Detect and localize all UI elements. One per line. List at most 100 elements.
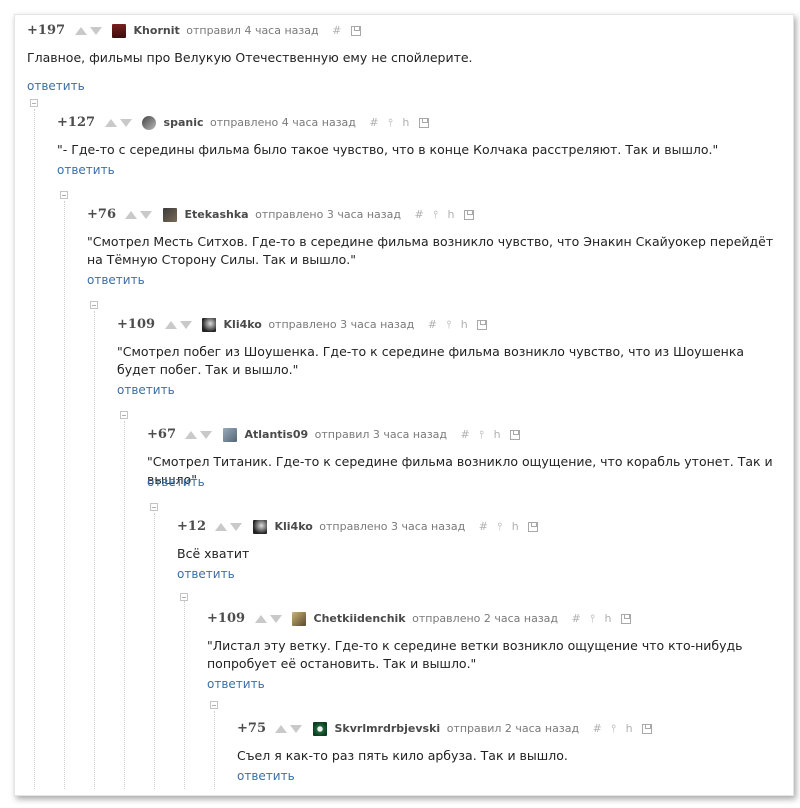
comment-author[interactable]: Atlantis09 bbox=[244, 428, 308, 441]
save-icon[interactable] bbox=[621, 613, 632, 624]
upvote-icon[interactable] bbox=[254, 614, 267, 623]
save-icon[interactable] bbox=[642, 723, 653, 734]
upvote-icon[interactable] bbox=[164, 320, 177, 329]
parent-link-icon[interactable]: ⫯ bbox=[433, 208, 438, 222]
comment-text: Главное, фильмы про Велукую Отечественну… bbox=[27, 50, 473, 65]
thread-icon[interactable]: h bbox=[448, 208, 455, 221]
thread-icon[interactable]: h bbox=[605, 612, 612, 625]
downvote-icon[interactable] bbox=[230, 522, 243, 531]
thread-icon[interactable]: h bbox=[512, 520, 519, 533]
vote-arrows[interactable] bbox=[275, 724, 303, 734]
permalink-icon[interactable]: # bbox=[461, 428, 470, 441]
comment-score: +76 bbox=[87, 207, 116, 222]
vote-arrows[interactable] bbox=[74, 26, 103, 36]
downvote-icon[interactable] bbox=[269, 614, 282, 623]
comment-author[interactable]: Khornit bbox=[134, 24, 180, 37]
comment-author[interactable]: Kli4ko bbox=[274, 520, 312, 533]
comment-score: +12 bbox=[177, 519, 206, 534]
parent-link-icon[interactable]: ⫯ bbox=[611, 722, 616, 736]
avatar[interactable] bbox=[142, 115, 157, 130]
upvote-icon[interactable] bbox=[185, 430, 198, 439]
parent-link-icon[interactable]: ⫯ bbox=[590, 612, 595, 626]
avatar[interactable] bbox=[312, 721, 327, 736]
collapse-toggle[interactable] bbox=[150, 503, 158, 511]
vote-arrows[interactable] bbox=[254, 614, 283, 624]
downvote-icon[interactable] bbox=[179, 320, 192, 329]
downvote-icon[interactable] bbox=[290, 724, 303, 733]
thread-icon[interactable]: h bbox=[626, 722, 633, 735]
vote-arrows[interactable] bbox=[215, 522, 243, 532]
reply-link[interactable]: ответить bbox=[27, 79, 85, 93]
comment-timestamp: отправил 4 часа назад bbox=[186, 24, 319, 37]
permalink-icon[interactable]: # bbox=[428, 318, 437, 331]
collapse-toggle[interactable] bbox=[30, 99, 38, 107]
permalink-icon[interactable]: # bbox=[369, 116, 378, 129]
downvote-icon[interactable] bbox=[89, 26, 102, 35]
collapse-toggle[interactable] bbox=[90, 301, 98, 309]
thread-icon[interactable]: h bbox=[461, 318, 468, 331]
comment-author[interactable]: Kli4ko bbox=[224, 318, 262, 331]
thread-line bbox=[94, 311, 95, 789]
parent-link-icon[interactable]: ⫯ bbox=[479, 428, 484, 442]
collapse-toggle[interactable] bbox=[60, 191, 68, 199]
thread-icon[interactable]: h bbox=[402, 116, 409, 129]
reply-link[interactable]: ответить bbox=[147, 475, 205, 489]
save-icon[interactable] bbox=[463, 209, 474, 220]
avatar[interactable] bbox=[252, 519, 267, 534]
downvote-icon[interactable] bbox=[200, 430, 213, 439]
upvote-icon[interactable] bbox=[104, 118, 117, 127]
save-icon[interactable] bbox=[350, 25, 361, 36]
comment-header: +127 spanic отправлено 4 часа назад # ⫯ … bbox=[57, 115, 429, 133]
permalink-icon[interactable]: # bbox=[332, 24, 341, 37]
vote-arrows[interactable] bbox=[104, 118, 133, 128]
reply-link[interactable]: ответить bbox=[207, 677, 265, 691]
vote-arrows[interactable] bbox=[125, 210, 153, 220]
reply-link[interactable]: ответить bbox=[177, 567, 235, 581]
comment-text: "- Где-то с середины фильма было такое ч… bbox=[57, 142, 719, 157]
upvote-icon[interactable] bbox=[74, 26, 87, 35]
collapse-toggle[interactable] bbox=[120, 411, 128, 419]
comment-author[interactable]: Chetkiidenchik bbox=[314, 612, 406, 625]
collapse-toggle[interactable] bbox=[210, 701, 218, 709]
save-icon[interactable] bbox=[528, 521, 539, 532]
vote-arrows[interactable] bbox=[185, 430, 213, 440]
permalink-icon[interactable]: # bbox=[479, 520, 488, 533]
parent-link-icon[interactable]: ⫯ bbox=[446, 318, 451, 332]
parent-link-icon[interactable]: ⫯ bbox=[497, 520, 502, 534]
avatar[interactable] bbox=[222, 427, 237, 442]
save-icon[interactable] bbox=[477, 319, 488, 330]
vote-arrows[interactable] bbox=[164, 320, 193, 330]
downvote-icon[interactable] bbox=[119, 118, 132, 127]
comment-author[interactable]: Skvrlmrdrbjevski bbox=[334, 722, 440, 735]
comment-author[interactable]: Etekashka bbox=[184, 208, 248, 221]
comment-timestamp: отправлено 3 часа назад bbox=[268, 318, 415, 331]
upvote-icon[interactable] bbox=[275, 724, 288, 733]
save-icon[interactable] bbox=[418, 117, 429, 128]
comment-score: +109 bbox=[117, 317, 156, 332]
comment-author[interactable]: spanic bbox=[164, 116, 204, 129]
avatar[interactable] bbox=[202, 317, 217, 332]
permalink-icon[interactable]: # bbox=[572, 612, 581, 625]
comment-text: Съел я как-то раз пять кило арбуза. Так … bbox=[237, 748, 568, 763]
thread-icon[interactable]: h bbox=[494, 428, 501, 441]
reply-link[interactable]: ответить bbox=[87, 273, 145, 287]
avatar[interactable] bbox=[162, 207, 177, 222]
comment-timestamp: отправлено 4 часа назад bbox=[210, 116, 356, 129]
collapse-toggle[interactable] bbox=[180, 593, 188, 601]
permalink-icon[interactable]: # bbox=[593, 722, 602, 735]
comments-panel: +197 Khornit отправил 4 часа назад # Гла… bbox=[14, 14, 794, 796]
comment-score: +109 bbox=[207, 611, 246, 626]
comment-header: +75 Skvrlmrdrbjevski отправил 2 часа наз… bbox=[237, 721, 653, 739]
upvote-icon[interactable] bbox=[215, 522, 228, 531]
save-icon[interactable] bbox=[510, 429, 521, 440]
avatar[interactable] bbox=[112, 23, 127, 38]
downvote-icon[interactable] bbox=[140, 210, 153, 219]
parent-link-icon[interactable]: ⫯ bbox=[388, 116, 393, 130]
avatar[interactable] bbox=[292, 611, 307, 626]
reply-link[interactable]: ответить bbox=[237, 769, 295, 783]
comment-text: "Листал эту ветку. Где-то к середине вет… bbox=[207, 638, 743, 671]
permalink-icon[interactable]: # bbox=[414, 208, 423, 221]
reply-link[interactable]: ответить bbox=[117, 383, 175, 397]
reply-link[interactable]: ответить bbox=[57, 163, 115, 177]
upvote-icon[interactable] bbox=[125, 210, 138, 219]
